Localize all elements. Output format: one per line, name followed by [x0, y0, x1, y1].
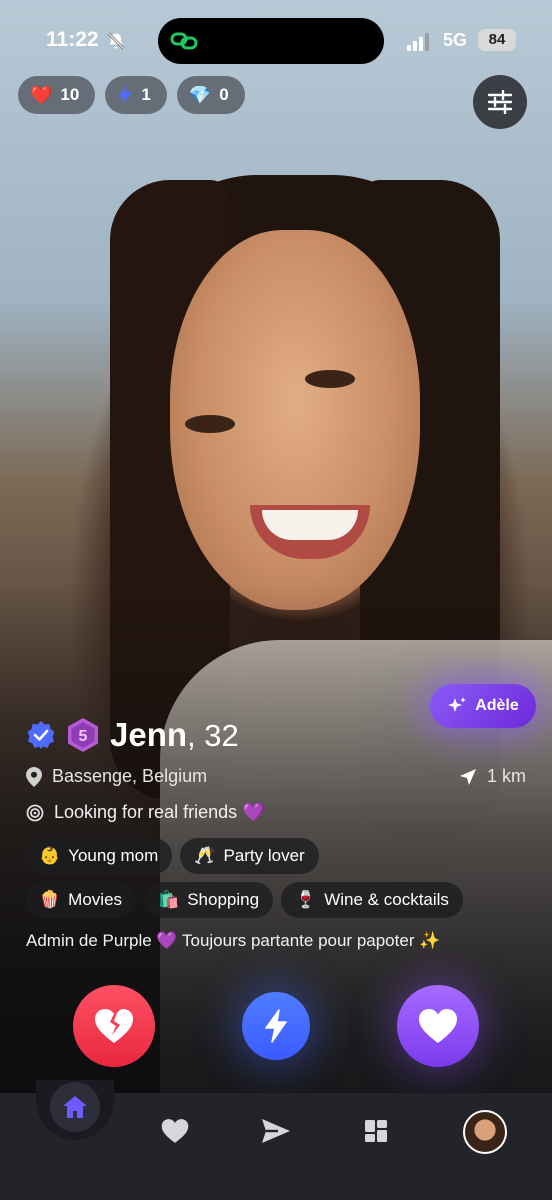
sliders-icon	[487, 90, 513, 114]
pin-icon	[26, 766, 42, 787]
tag-wine-cocktails: 🍷 Wine & cocktails	[281, 882, 463, 918]
tag-label: Wine & cocktails	[324, 890, 449, 909]
tag-movies: 🍿 Movies	[25, 882, 137, 918]
heart-icon	[161, 1119, 189, 1143]
tag-label: Shopping	[187, 890, 260, 909]
nav-profile-avatar[interactable]	[463, 1110, 507, 1154]
likes-counter[interactable]: ❤️ 10	[18, 76, 96, 114]
target-icon	[26, 804, 44, 821]
nav-likes[interactable]	[153, 1109, 197, 1153]
tag-shopping: 🛍️ Shopping	[144, 882, 274, 918]
nav-messages[interactable]	[254, 1109, 298, 1153]
photo-eye-right	[305, 370, 355, 388]
status-bar: 11:22 5G 84	[0, 18, 552, 64]
photo-teeth	[262, 510, 358, 540]
sparkle-icon	[448, 697, 467, 712]
level-number: 5	[79, 728, 88, 745]
bell-off-icon	[107, 32, 125, 50]
photo-eye-left	[185, 415, 235, 433]
location-text: Bassenge, Belgium	[52, 766, 208, 786]
status-time: 11:22	[46, 28, 99, 51]
likes-count: 10	[60, 85, 80, 104]
gems-count: 0	[219, 85, 229, 104]
lightning-icon	[118, 85, 133, 105]
diamond-icon: 💎	[188, 85, 212, 105]
grid-icon	[365, 1120, 387, 1142]
home-icon	[63, 1096, 87, 1118]
looking-for-row: Looking for real friends 💜	[26, 802, 265, 823]
tag-party-lover: 🥂 Party lover	[180, 838, 319, 874]
dynamic-island	[158, 18, 384, 64]
pass-button[interactable]	[73, 985, 155, 1067]
location: Bassenge, Belgium	[26, 766, 207, 787]
verified-badge-icon	[27, 721, 55, 749]
profile-bio: Admin de Purple 💜 Toujours partante pour…	[26, 931, 441, 950]
interest-tags-row-2: 🍿 Movies 🛍️ Shopping 🍷 Wine & cocktails	[25, 882, 525, 918]
filters-button[interactable]	[473, 75, 527, 129]
tag-label: Party lover	[223, 846, 305, 865]
profile-name-row: 5 Jenn, 32	[26, 716, 239, 754]
distance-text: 1 km	[486, 766, 526, 786]
distance: 1 km	[459, 766, 526, 787]
looking-for-text: Looking for real friends 💜	[54, 802, 265, 822]
profile-name-line: Jenn, 32	[110, 716, 239, 754]
battery-indicator: 84	[478, 29, 516, 51]
signal-icon	[407, 33, 429, 51]
send-icon	[262, 1119, 290, 1143]
broken-heart-icon	[95, 1009, 133, 1043]
ai-assistant-chip[interactable]: Adèle	[430, 684, 536, 728]
boosts-counter[interactable]: 1	[105, 76, 167, 114]
champagne-icon: 🥂	[194, 846, 216, 865]
profile-name: Jenn	[110, 716, 188, 753]
heart-icon: ❤️	[30, 85, 53, 105]
wine-glass-icon: 🍷	[295, 890, 317, 909]
shopping-bags-icon: 🛍️	[158, 890, 180, 909]
balance-counters: ❤️ 10 1 💎 0	[18, 76, 245, 114]
baby-icon: 👶	[39, 846, 61, 865]
tag-label: Movies	[68, 890, 123, 909]
heart-icon	[419, 1009, 457, 1043]
navigation-arrow-icon	[459, 768, 476, 785]
tag-label: Young mom	[68, 846, 159, 865]
interest-tags-row-1: 👶 Young mom 🥂 Party lover	[25, 838, 525, 874]
level-badge-icon: 5	[68, 718, 98, 752]
location-row: Bassenge, Belgium 1 km	[26, 766, 526, 787]
nav-explore[interactable]	[354, 1109, 398, 1153]
profile-age: , 32	[187, 718, 239, 753]
boosts-count: 1	[141, 85, 151, 104]
ai-chip-label: Adèle	[475, 697, 519, 714]
popcorn-icon: 🍿	[39, 890, 61, 909]
gems-counter[interactable]: 💎 0	[176, 76, 245, 114]
lightning-icon	[265, 1009, 287, 1043]
like-button[interactable]	[397, 985, 479, 1067]
nav-home[interactable]	[50, 1082, 100, 1132]
tag-young-mom: 👶 Young mom	[25, 838, 173, 874]
network-type: 5G	[443, 30, 468, 50]
link-icon	[170, 32, 198, 50]
boost-button[interactable]	[242, 992, 310, 1060]
